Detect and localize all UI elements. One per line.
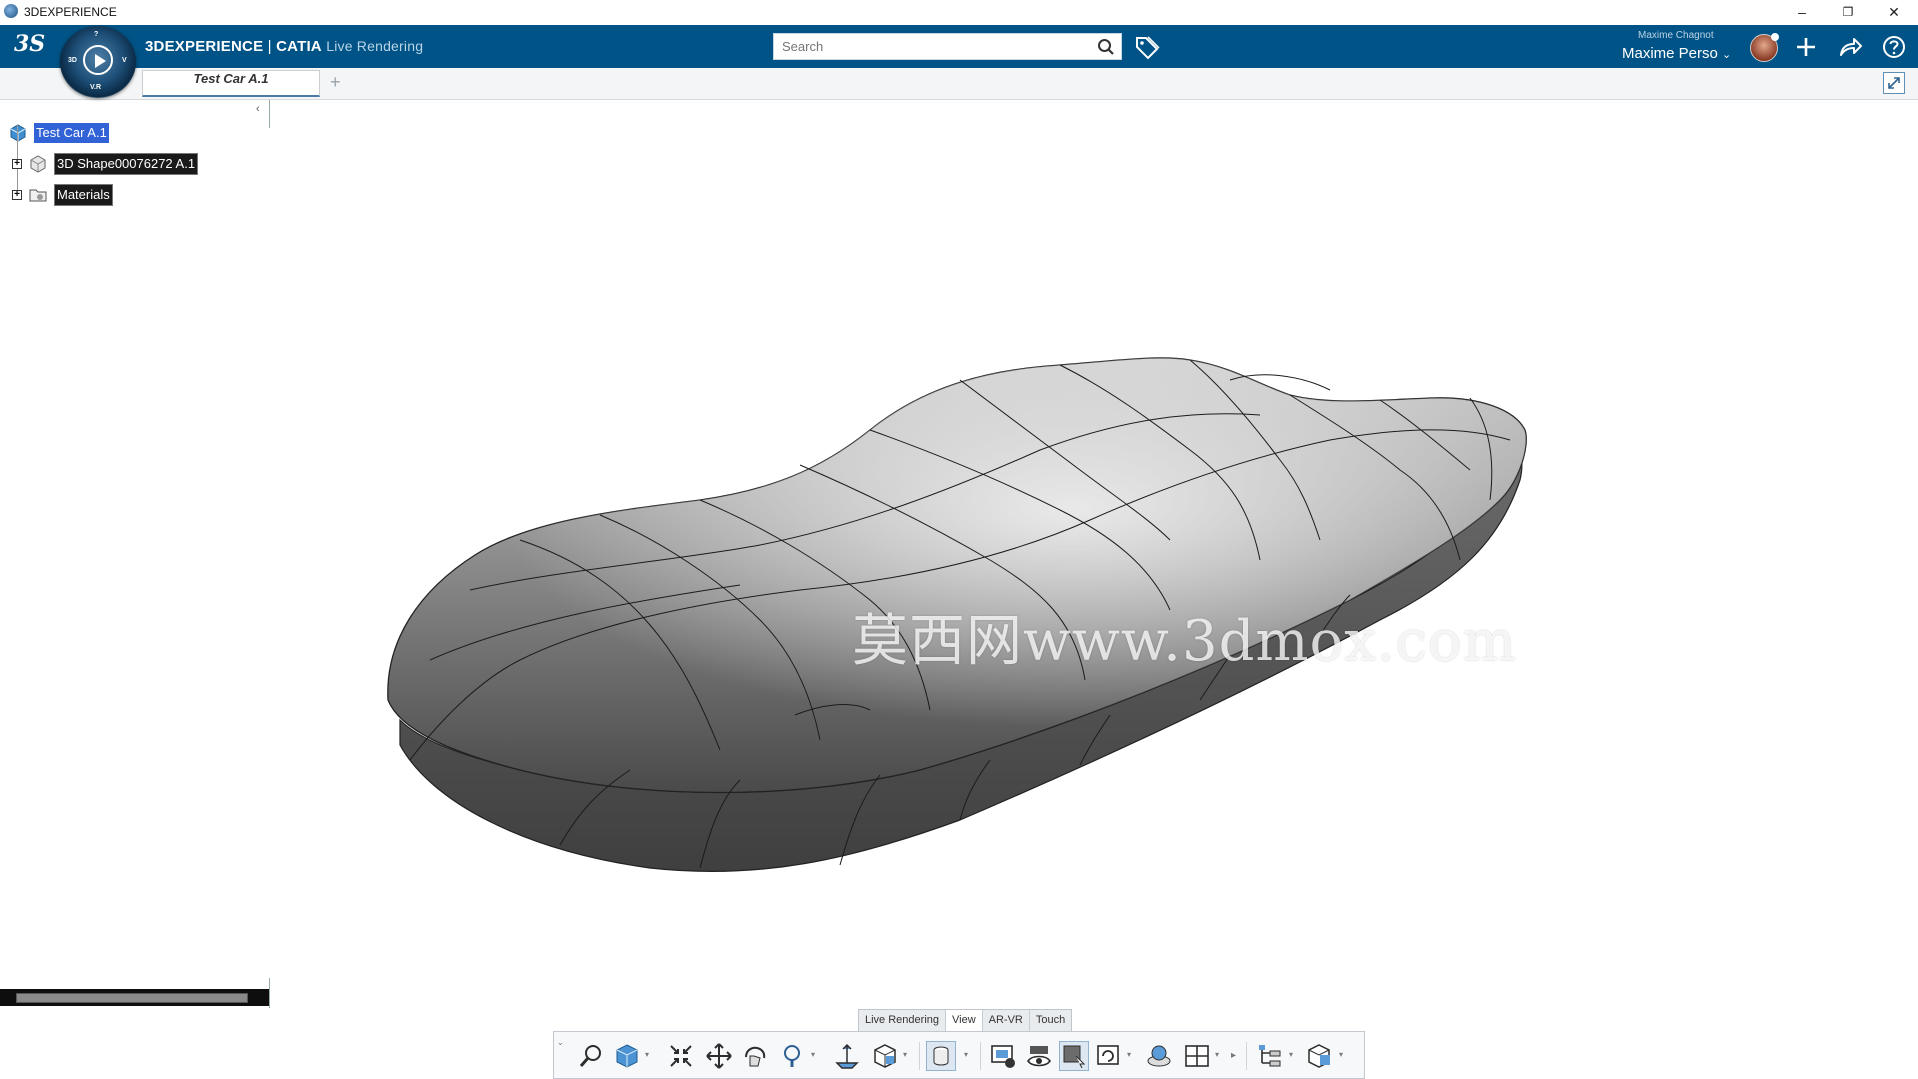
view-cube-icon[interactable] [612, 1041, 642, 1071]
toolbar-separator [919, 1042, 920, 1070]
tree-node-label[interactable]: 3D Shape00076272 A.1 [54, 153, 199, 175]
add-tab-button[interactable]: + [330, 72, 341, 93]
user-display-name: Maxime Perso [1622, 45, 1718, 62]
search-input[interactable] [774, 34, 1090, 59]
sync-icon[interactable] [1144, 1041, 1174, 1071]
tree-scrollbar[interactable] [0, 989, 270, 1006]
watermark-text: 莫西网www.3dmox.com [852, 609, 1517, 674]
tag-icon[interactable] [1134, 34, 1160, 65]
share-icon[interactable] [1837, 34, 1863, 60]
chevron-down-icon[interactable]: ▾ [1289, 1050, 1293, 1059]
expand-toolbar-icon[interactable]: ⌄ [557, 1038, 564, 1047]
chevron-down-icon[interactable]: ▾ [811, 1050, 815, 1059]
multi-view-icon[interactable] [870, 1041, 900, 1071]
play-icon[interactable] [83, 45, 113, 75]
specification-tree: ‹ Test Car A.1 + 3D Shape00076272 A.1 + … [0, 99, 270, 1011]
chevron-down-icon[interactable]: ▾ [645, 1050, 649, 1059]
selection-filter-icon[interactable] [1059, 1041, 1089, 1071]
materials-folder-icon [29, 189, 47, 202]
expand-icon[interactable]: + [12, 190, 22, 200]
chevron-down-icon: ⌄ [1722, 49, 1732, 61]
product-name: CATIA [276, 38, 322, 55]
tree-node-label[interactable]: Materials [54, 184, 113, 206]
app-title: 3DEXPERIENCE | CATIA Live Rendering [145, 38, 423, 55]
close-button[interactable]: ✕ [1872, 0, 1916, 25]
tree-node-materials[interactable]: + Materials [12, 184, 113, 206]
notification-badge [1771, 33, 1779, 41]
restore-button[interactable]: ❐ [1826, 0, 1870, 25]
chevron-down-icon[interactable]: ▾ [903, 1050, 907, 1059]
toolbar-separator [1246, 1042, 1247, 1070]
panel-divider [269, 978, 270, 1008]
brand-name: 3DEXPERIENCE [145, 38, 264, 55]
tab-touch[interactable]: Touch [1030, 1010, 1071, 1032]
tree-node-label[interactable]: Test Car A.1 [34, 123, 109, 143]
hide-show-icon[interactable] [1024, 1041, 1054, 1071]
fullscreen-button[interactable] [1883, 72, 1905, 94]
window-title-bar: 3DEXPERIENCE – ❐ ✕ [0, 0, 1918, 26]
tree-view-icon[interactable] [1256, 1041, 1286, 1071]
zoom-area-icon[interactable] [576, 1041, 606, 1071]
panel-resizer[interactable] [269, 100, 270, 128]
tab-live-rendering[interactable]: Live Rendering [859, 1010, 946, 1032]
search-box [773, 33, 1122, 60]
tree-node-shape[interactable]: + 3D Shape00076272 A.1 [12, 153, 199, 175]
chevron-down-icon[interactable]: ▾ [1127, 1050, 1131, 1059]
render-settings-icon[interactable] [988, 1041, 1018, 1071]
action-bar-section-tabs: Live Rendering View AR-VR Touch [858, 1009, 1073, 1032]
compass-bottom-quadrant[interactable]: V.R [90, 84, 101, 91]
chevron-down-icon[interactable]: ▾ [1215, 1050, 1219, 1059]
user-menu[interactable]: Maxime Perso ⌄ [1622, 45, 1731, 62]
capture-icon[interactable] [1306, 1041, 1336, 1071]
expand-icon[interactable]: + [12, 159, 22, 169]
compass-right-quadrant[interactable]: V [122, 57, 127, 64]
search-icon[interactable] [1097, 38, 1115, 61]
scrollbar-thumb[interactable] [16, 993, 248, 1003]
tab-test-car[interactable]: Test Car A.1 [142, 70, 320, 97]
chevron-down-icon[interactable]: ▾ [964, 1050, 968, 1059]
expand-icon [1888, 77, 1900, 89]
help-icon[interactable] [1881, 34, 1907, 60]
tab-ar-vr[interactable]: AR-VR [983, 1010, 1030, 1032]
tree-root[interactable]: Test Car A.1 [8, 122, 109, 144]
compass-left-quadrant[interactable]: 3D [68, 57, 77, 64]
toolbar-separator [980, 1042, 981, 1070]
user-full-name: Maxime Chagnot [1638, 30, 1714, 41]
app-name: Live Rendering [326, 38, 424, 54]
normal-view-icon[interactable] [832, 1041, 862, 1071]
layout-icon[interactable] [1182, 1041, 1212, 1071]
app-header: 3S 3DEXPERIENCE | CATIA Live Rendering M… [0, 25, 1918, 68]
app-logo-icon [4, 4, 18, 18]
product-icon [10, 124, 26, 142]
add-icon[interactable] [1793, 34, 1819, 60]
compass-widget[interactable]: ? 3D V V.R [60, 26, 136, 98]
collapse-panel-button[interactable]: ‹ [256, 103, 260, 115]
zoom-icon[interactable] [778, 1041, 808, 1071]
3d-shape-icon [30, 155, 46, 173]
refresh-view-icon[interactable] [1094, 1041, 1124, 1071]
tab-bar: Test Car A.1 + [0, 68, 1918, 100]
fit-all-icon[interactable] [666, 1041, 696, 1071]
dassault-logo-icon[interactable]: 3S [14, 31, 45, 57]
compass-top-quadrant[interactable]: ? [94, 31, 98, 38]
minimize-button[interactable]: – [1780, 0, 1824, 25]
action-bar: ⌄ ▾ ▾ ▾ ▾ ▾ ▾ ▸ ▾ ▾ [553, 1031, 1365, 1079]
tab-view[interactable]: View [946, 1010, 983, 1032]
3d-viewport[interactable]: 莫西网www.3dmox.com [272, 100, 1918, 1010]
chevron-down-icon[interactable]: ▾ [1339, 1050, 1343, 1059]
chevron-right-icon[interactable]: ▸ [1231, 1050, 1236, 1061]
pan-icon[interactable] [704, 1041, 734, 1071]
car-model[interactable] [272, 100, 1918, 1010]
rotate-icon[interactable] [740, 1041, 770, 1071]
shading-icon[interactable] [926, 1041, 956, 1071]
title-separator: | [263, 38, 277, 55]
window-title: 3DEXPERIENCE [24, 5, 117, 19]
